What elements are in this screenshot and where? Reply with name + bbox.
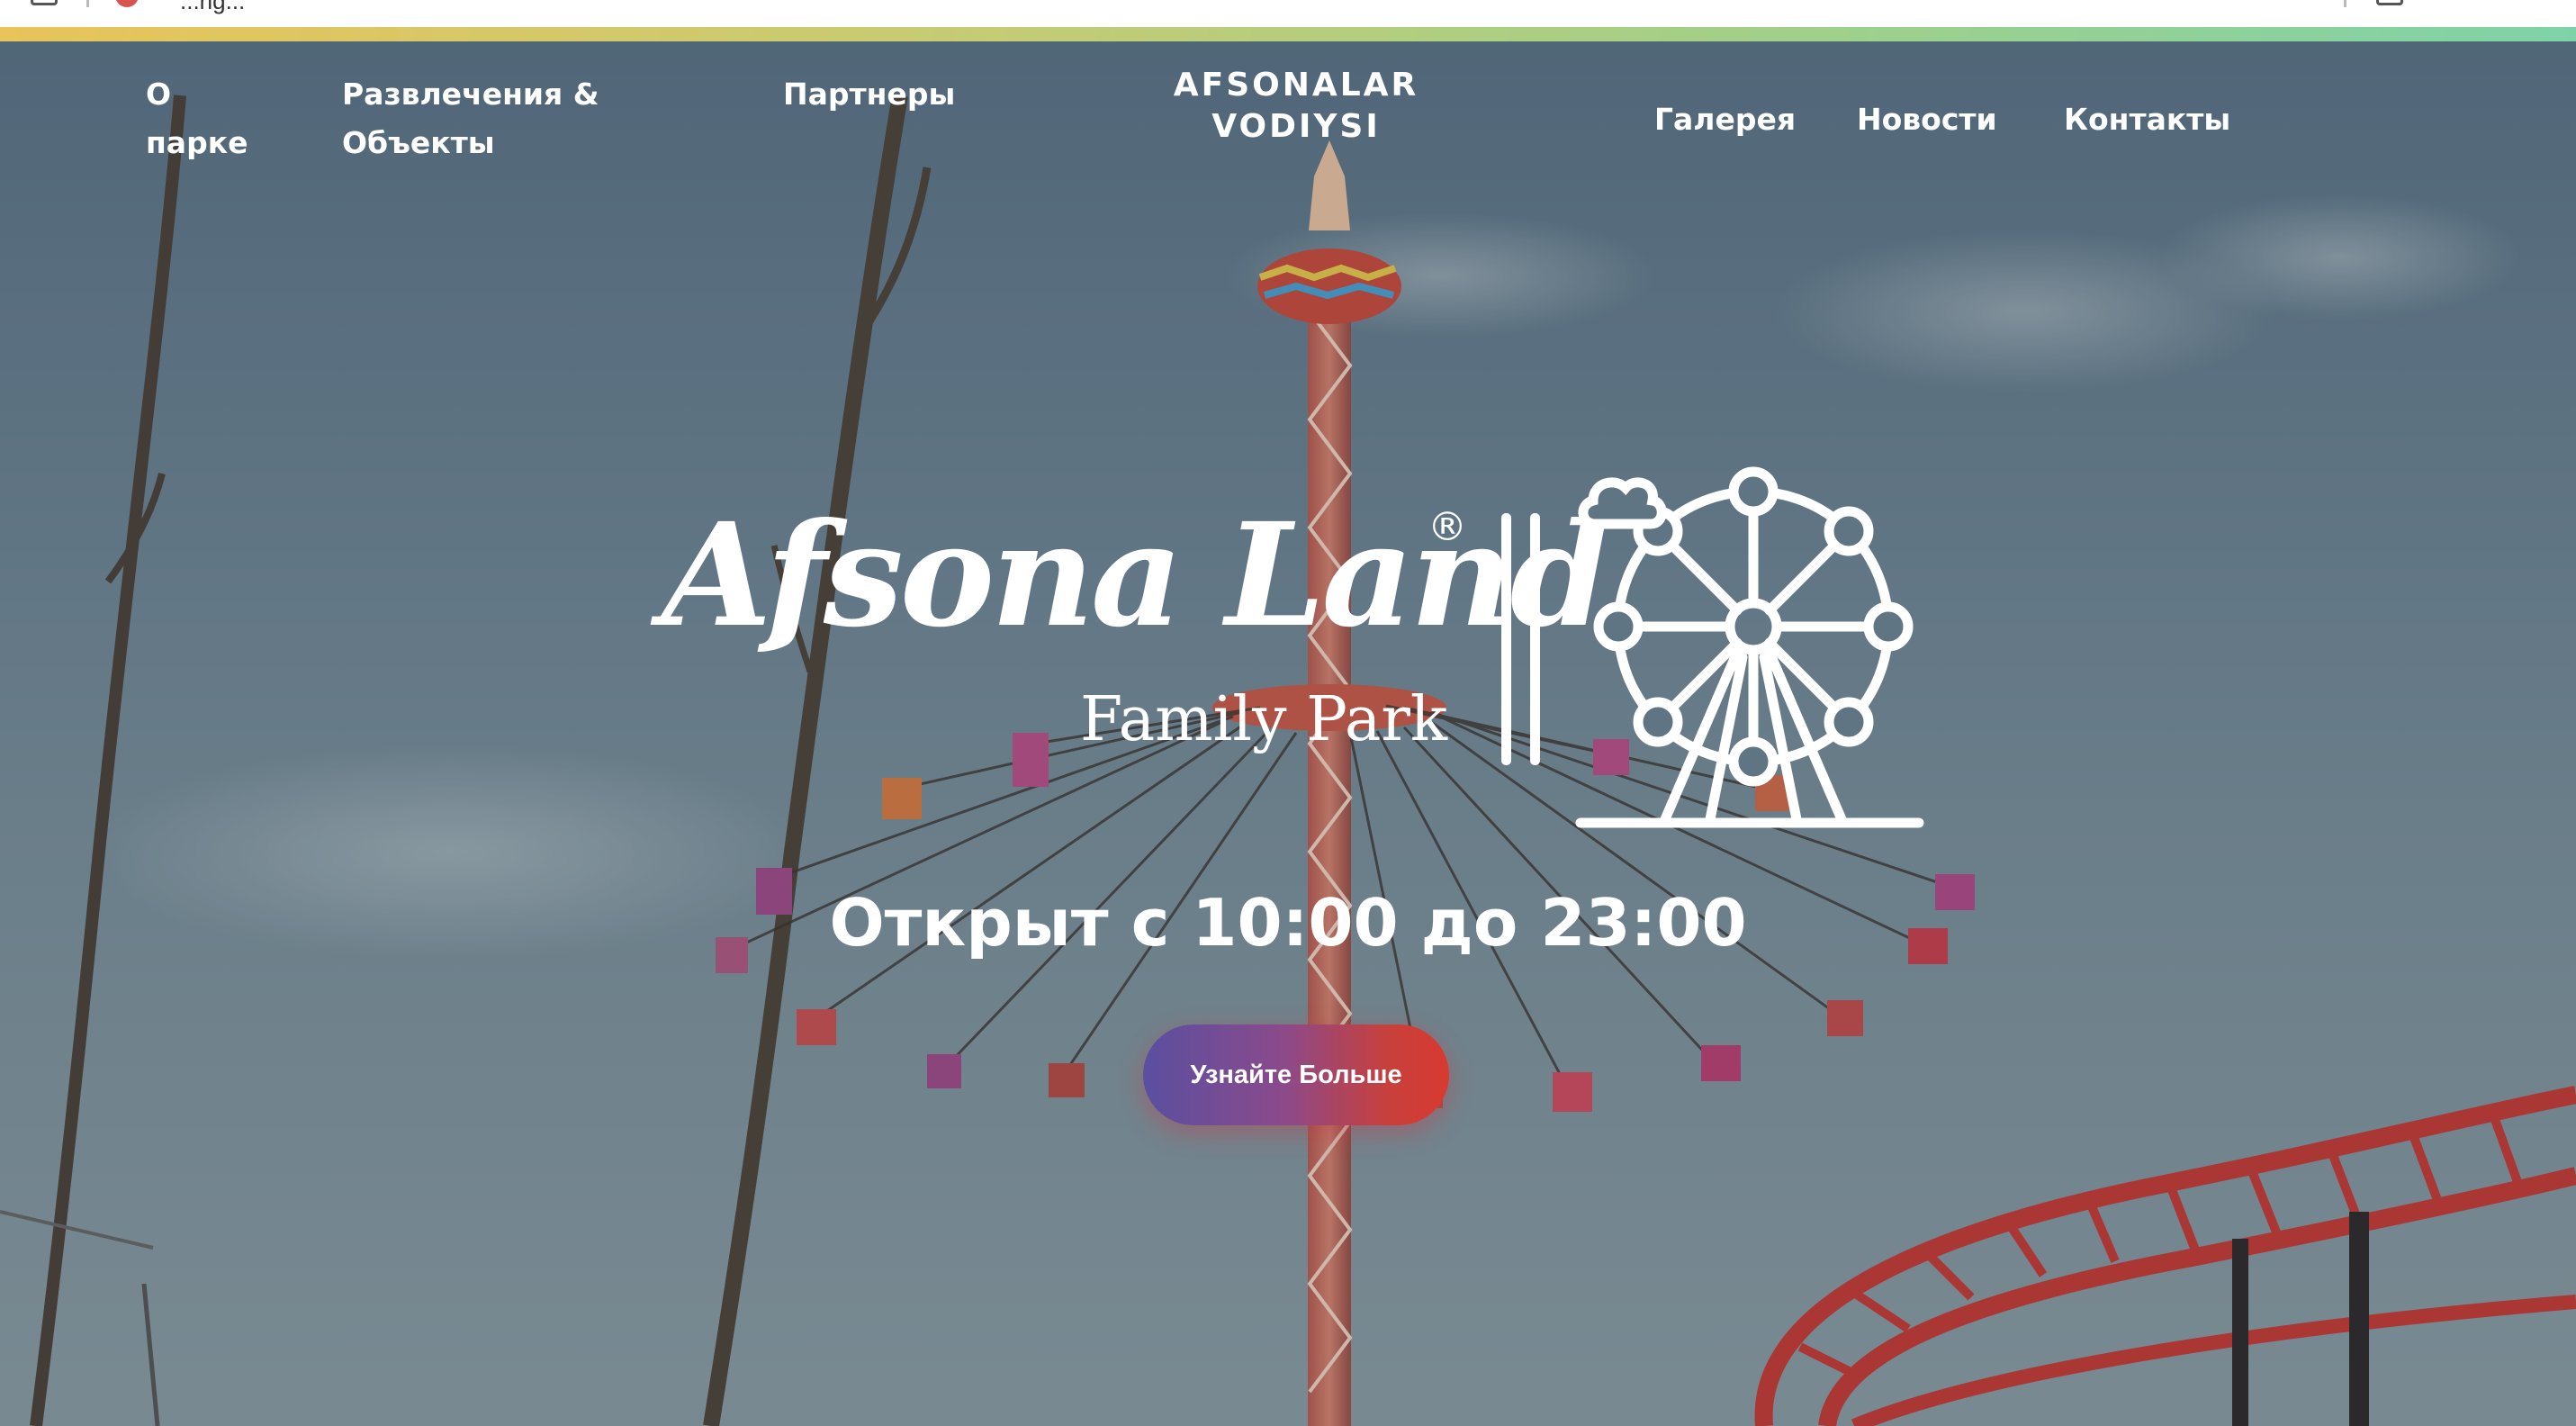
learn-more-button[interactable]: Узнайте Больше xyxy=(1143,1024,1449,1125)
nav-news[interactable]: Новости xyxy=(1857,95,1997,144)
extension-icon[interactable] xyxy=(2376,0,2403,5)
tab-icon[interactable] xyxy=(31,0,58,5)
ferris-wheel-icon xyxy=(1575,466,1924,828)
nav-contacts[interactable]: Контакты xyxy=(2064,95,2230,144)
brand-subtitle: Family Park xyxy=(1080,684,1448,755)
nav-attractions-line1: Развлечения & xyxy=(342,77,599,112)
nav-about-line2: парке xyxy=(146,125,248,160)
opening-hours: Открыт с 10:00 до 23:00 xyxy=(829,885,1747,961)
address-bar-text[interactable]: ...ng... xyxy=(180,0,245,15)
nav-attractions-line2: Объекты xyxy=(342,125,495,160)
site-logo[interactable]: AFSONALAR VODIYSI xyxy=(1170,65,1422,148)
logo-line1: AFSONALAR xyxy=(1173,67,1419,104)
hero-section: Afsona Land ® Family Park Открыт с 10:00… xyxy=(0,41,2576,1426)
registered-mark: ® xyxy=(1428,504,1467,550)
nav-gallery[interactable]: Галерея xyxy=(1654,95,1796,144)
nav-about[interactable]: О парке xyxy=(146,70,248,167)
site-favicon xyxy=(115,0,139,7)
top-gradient-bar xyxy=(0,27,2576,41)
nav-about-line1: О xyxy=(146,77,172,112)
toolbar-divider xyxy=(2344,0,2346,7)
logo-line2: VODIYSI xyxy=(1211,108,1381,145)
brand-divider xyxy=(1530,513,1540,765)
brand-divider xyxy=(1501,513,1511,765)
nav-partners[interactable]: Партнеры xyxy=(783,70,955,119)
toolbar-divider xyxy=(86,0,89,7)
nav-attractions[interactable]: Развлечения & Объекты xyxy=(342,70,599,167)
browser-toolbar: ...ng... xyxy=(0,0,2576,27)
